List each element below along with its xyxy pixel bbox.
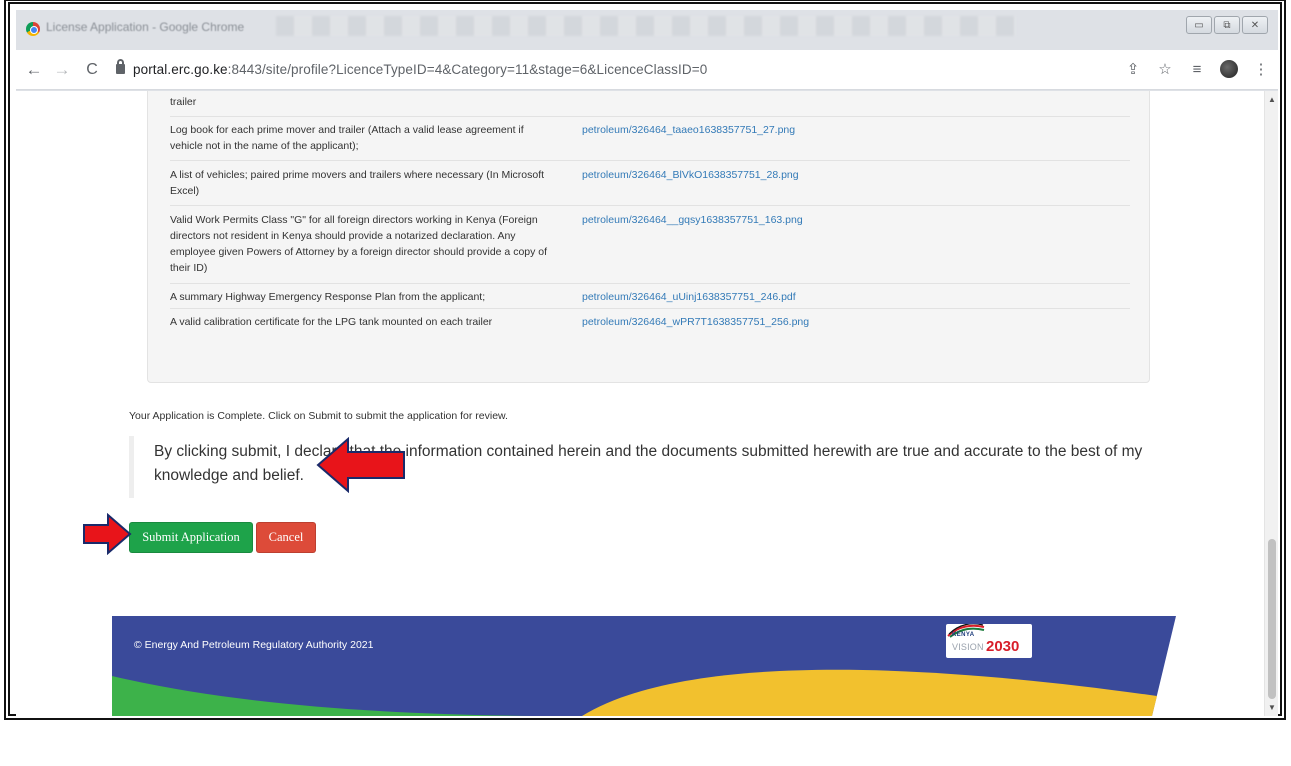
chrome-logo-icon bbox=[26, 22, 40, 36]
forward-button[interactable]: → bbox=[50, 58, 74, 82]
reading-list-icon[interactable]: ≡ bbox=[1188, 61, 1206, 78]
toolbar-icons: ⇪ ☆ ≡ ⋮ bbox=[1124, 60, 1270, 78]
divider bbox=[170, 205, 1130, 206]
footer-copyright: © Energy And Petroleum Regulatory Author… bbox=[134, 639, 374, 651]
vertical-scrollbar[interactable]: ▲ ▼ bbox=[1264, 91, 1278, 716]
title-bar: License Application - Google Chrome ▭ ⧉ … bbox=[16, 10, 1278, 50]
address-bar[interactable]: portal.erc.go.ke:8443/site/profile?Licen… bbox=[133, 62, 707, 77]
application-complete-message: Your Application is Complete. Click on S… bbox=[129, 410, 508, 422]
lock-icon[interactable] bbox=[116, 59, 125, 74]
submit-application-button[interactable]: Submit Application bbox=[129, 522, 253, 553]
submit-arrow-icon bbox=[83, 513, 132, 555]
document-file-link[interactable]: petroleum/326464_wPR7T1638357751_256.png bbox=[582, 314, 809, 330]
share-icon[interactable]: ⇪ bbox=[1124, 60, 1142, 78]
browser-window: License Application - Google Chrome ▭ ⧉ … bbox=[16, 10, 1278, 716]
logo-vision-text: VISION bbox=[952, 642, 984, 652]
document-file-link[interactable]: petroleum/326464__gqsy1638357751_163.png bbox=[582, 212, 803, 228]
scroll-down-icon[interactable]: ▼ bbox=[1268, 703, 1276, 712]
minimize-button[interactable]: ▭ bbox=[1186, 16, 1212, 34]
documents-panel: trailer Log book for each prime mover an… bbox=[147, 91, 1150, 383]
document-label: A list of vehicles; paired prime movers … bbox=[170, 169, 545, 197]
menu-icon[interactable]: ⋮ bbox=[1252, 60, 1270, 78]
divider bbox=[170, 160, 1130, 161]
scroll-thumb[interactable] bbox=[1268, 539, 1276, 699]
url-host: portal.erc.go.ke bbox=[133, 62, 228, 77]
window-title: License Application - Google Chrome bbox=[46, 20, 245, 34]
divider bbox=[170, 308, 1130, 309]
document-label: A summary Highway Emergency Response Pla… bbox=[170, 291, 486, 303]
star-icon[interactable]: ☆ bbox=[1156, 60, 1174, 78]
reload-button[interactable]: C bbox=[80, 58, 104, 82]
declaration-text: By clicking submit, I declare that the i… bbox=[154, 443, 1143, 484]
document-file-link[interactable]: petroleum/326464_taaeo1638357751_27.png bbox=[582, 122, 795, 138]
kenya-vision-2030-logo: KENYA VISION 2030 bbox=[946, 624, 1032, 658]
logo-year-text: 2030 bbox=[986, 638, 1020, 655]
back-button[interactable]: ← bbox=[22, 58, 46, 82]
document-file-link[interactable]: petroleum/326464_BlVkO1638357751_28.png bbox=[582, 167, 799, 183]
restore-button[interactable]: ⧉ bbox=[1214, 16, 1240, 34]
document-file-link[interactable]: petroleum/326464_uUinj1638357751_246.pdf bbox=[582, 289, 796, 305]
document-label: A valid calibration certificate for the … bbox=[170, 316, 493, 328]
declaration-blockquote: By clicking submit, I declare that the i… bbox=[129, 436, 1169, 498]
profile-icon[interactable] bbox=[1220, 60, 1238, 78]
browser-toolbar: ← → C portal.erc.go.ke:8443/site/profile… bbox=[16, 50, 1278, 90]
scroll-up-icon[interactable]: ▲ bbox=[1268, 95, 1276, 104]
document-label: Log book for each prime mover and traile… bbox=[170, 124, 524, 152]
cancel-button[interactable]: Cancel bbox=[256, 522, 316, 553]
document-label: Valid Work Permits Class "G" for all for… bbox=[170, 214, 548, 274]
page-viewport: trailer Log book for each prime mover an… bbox=[16, 91, 1264, 716]
close-window-button[interactable]: ✕ bbox=[1242, 16, 1268, 34]
tab-strip bbox=[276, 16, 1016, 36]
window-controls: ▭ ⧉ ✕ bbox=[1186, 16, 1268, 34]
divider bbox=[170, 283, 1130, 284]
logo-kenya-text: KENYA bbox=[952, 632, 975, 638]
url-path: :8443/site/profile?LicenceTypeID=4&Categ… bbox=[227, 62, 708, 77]
divider bbox=[170, 116, 1130, 117]
footer: © Energy And Petroleum Regulatory Author… bbox=[112, 616, 1176, 716]
document-label: trailer bbox=[170, 96, 197, 108]
declaration-arrow-icon bbox=[316, 437, 405, 493]
